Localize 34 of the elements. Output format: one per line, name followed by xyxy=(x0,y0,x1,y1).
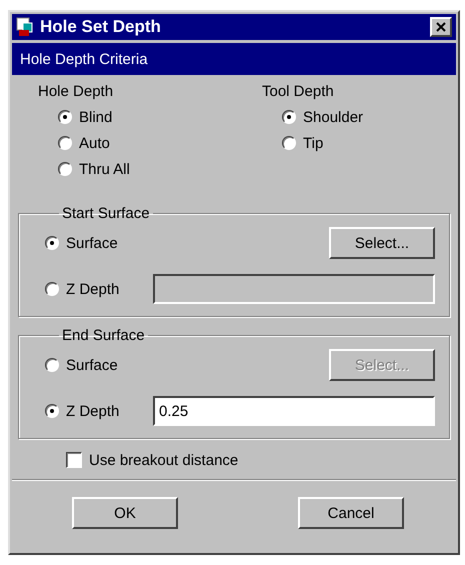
window-icon xyxy=(16,17,34,37)
radio-button[interactable] xyxy=(58,110,72,124)
radio-label: Thru All xyxy=(79,160,130,178)
ok-button[interactable]: OK xyxy=(72,497,178,529)
checkbox-label: Use breakout distance xyxy=(89,452,238,468)
radio-label: Surface xyxy=(66,234,118,252)
z-depth-field[interactable]: 0.25 xyxy=(153,396,435,426)
radio-button[interactable] xyxy=(58,162,72,176)
radio-button[interactable] xyxy=(282,136,296,150)
radio-button[interactable] xyxy=(58,136,72,150)
radio-button[interactable] xyxy=(45,358,59,372)
radio-label: Z Depth xyxy=(66,402,120,420)
checkbox[interactable] xyxy=(66,452,82,468)
group-label: Hole Depth xyxy=(38,83,114,100)
group-label: Tool Depth xyxy=(262,83,335,100)
radio-button[interactable] xyxy=(282,110,296,124)
z-depth-field[interactable] xyxy=(153,274,435,304)
cancel-button[interactable]: Cancel xyxy=(298,497,404,529)
radio-label: Surface xyxy=(66,356,118,374)
select-button[interactable]: Select... xyxy=(329,227,435,259)
close-button[interactable] xyxy=(430,17,452,37)
radio-label: Tip xyxy=(303,134,324,152)
close-icon xyxy=(436,22,446,32)
group-title: End Surface xyxy=(61,327,146,344)
radio-label: Z Depth xyxy=(66,280,120,298)
section-header: Hole Depth Criteria xyxy=(12,43,456,75)
group-title: Start Surface xyxy=(61,205,151,222)
radio-label: Blind xyxy=(79,108,112,126)
radio-button[interactable] xyxy=(45,236,59,250)
radio-label: Auto xyxy=(79,134,110,152)
radio-label: Shoulder xyxy=(303,108,364,126)
radio-button[interactable] xyxy=(45,404,59,418)
window-title: Hole Set Depth xyxy=(40,17,162,37)
radio-button[interactable] xyxy=(45,282,59,296)
